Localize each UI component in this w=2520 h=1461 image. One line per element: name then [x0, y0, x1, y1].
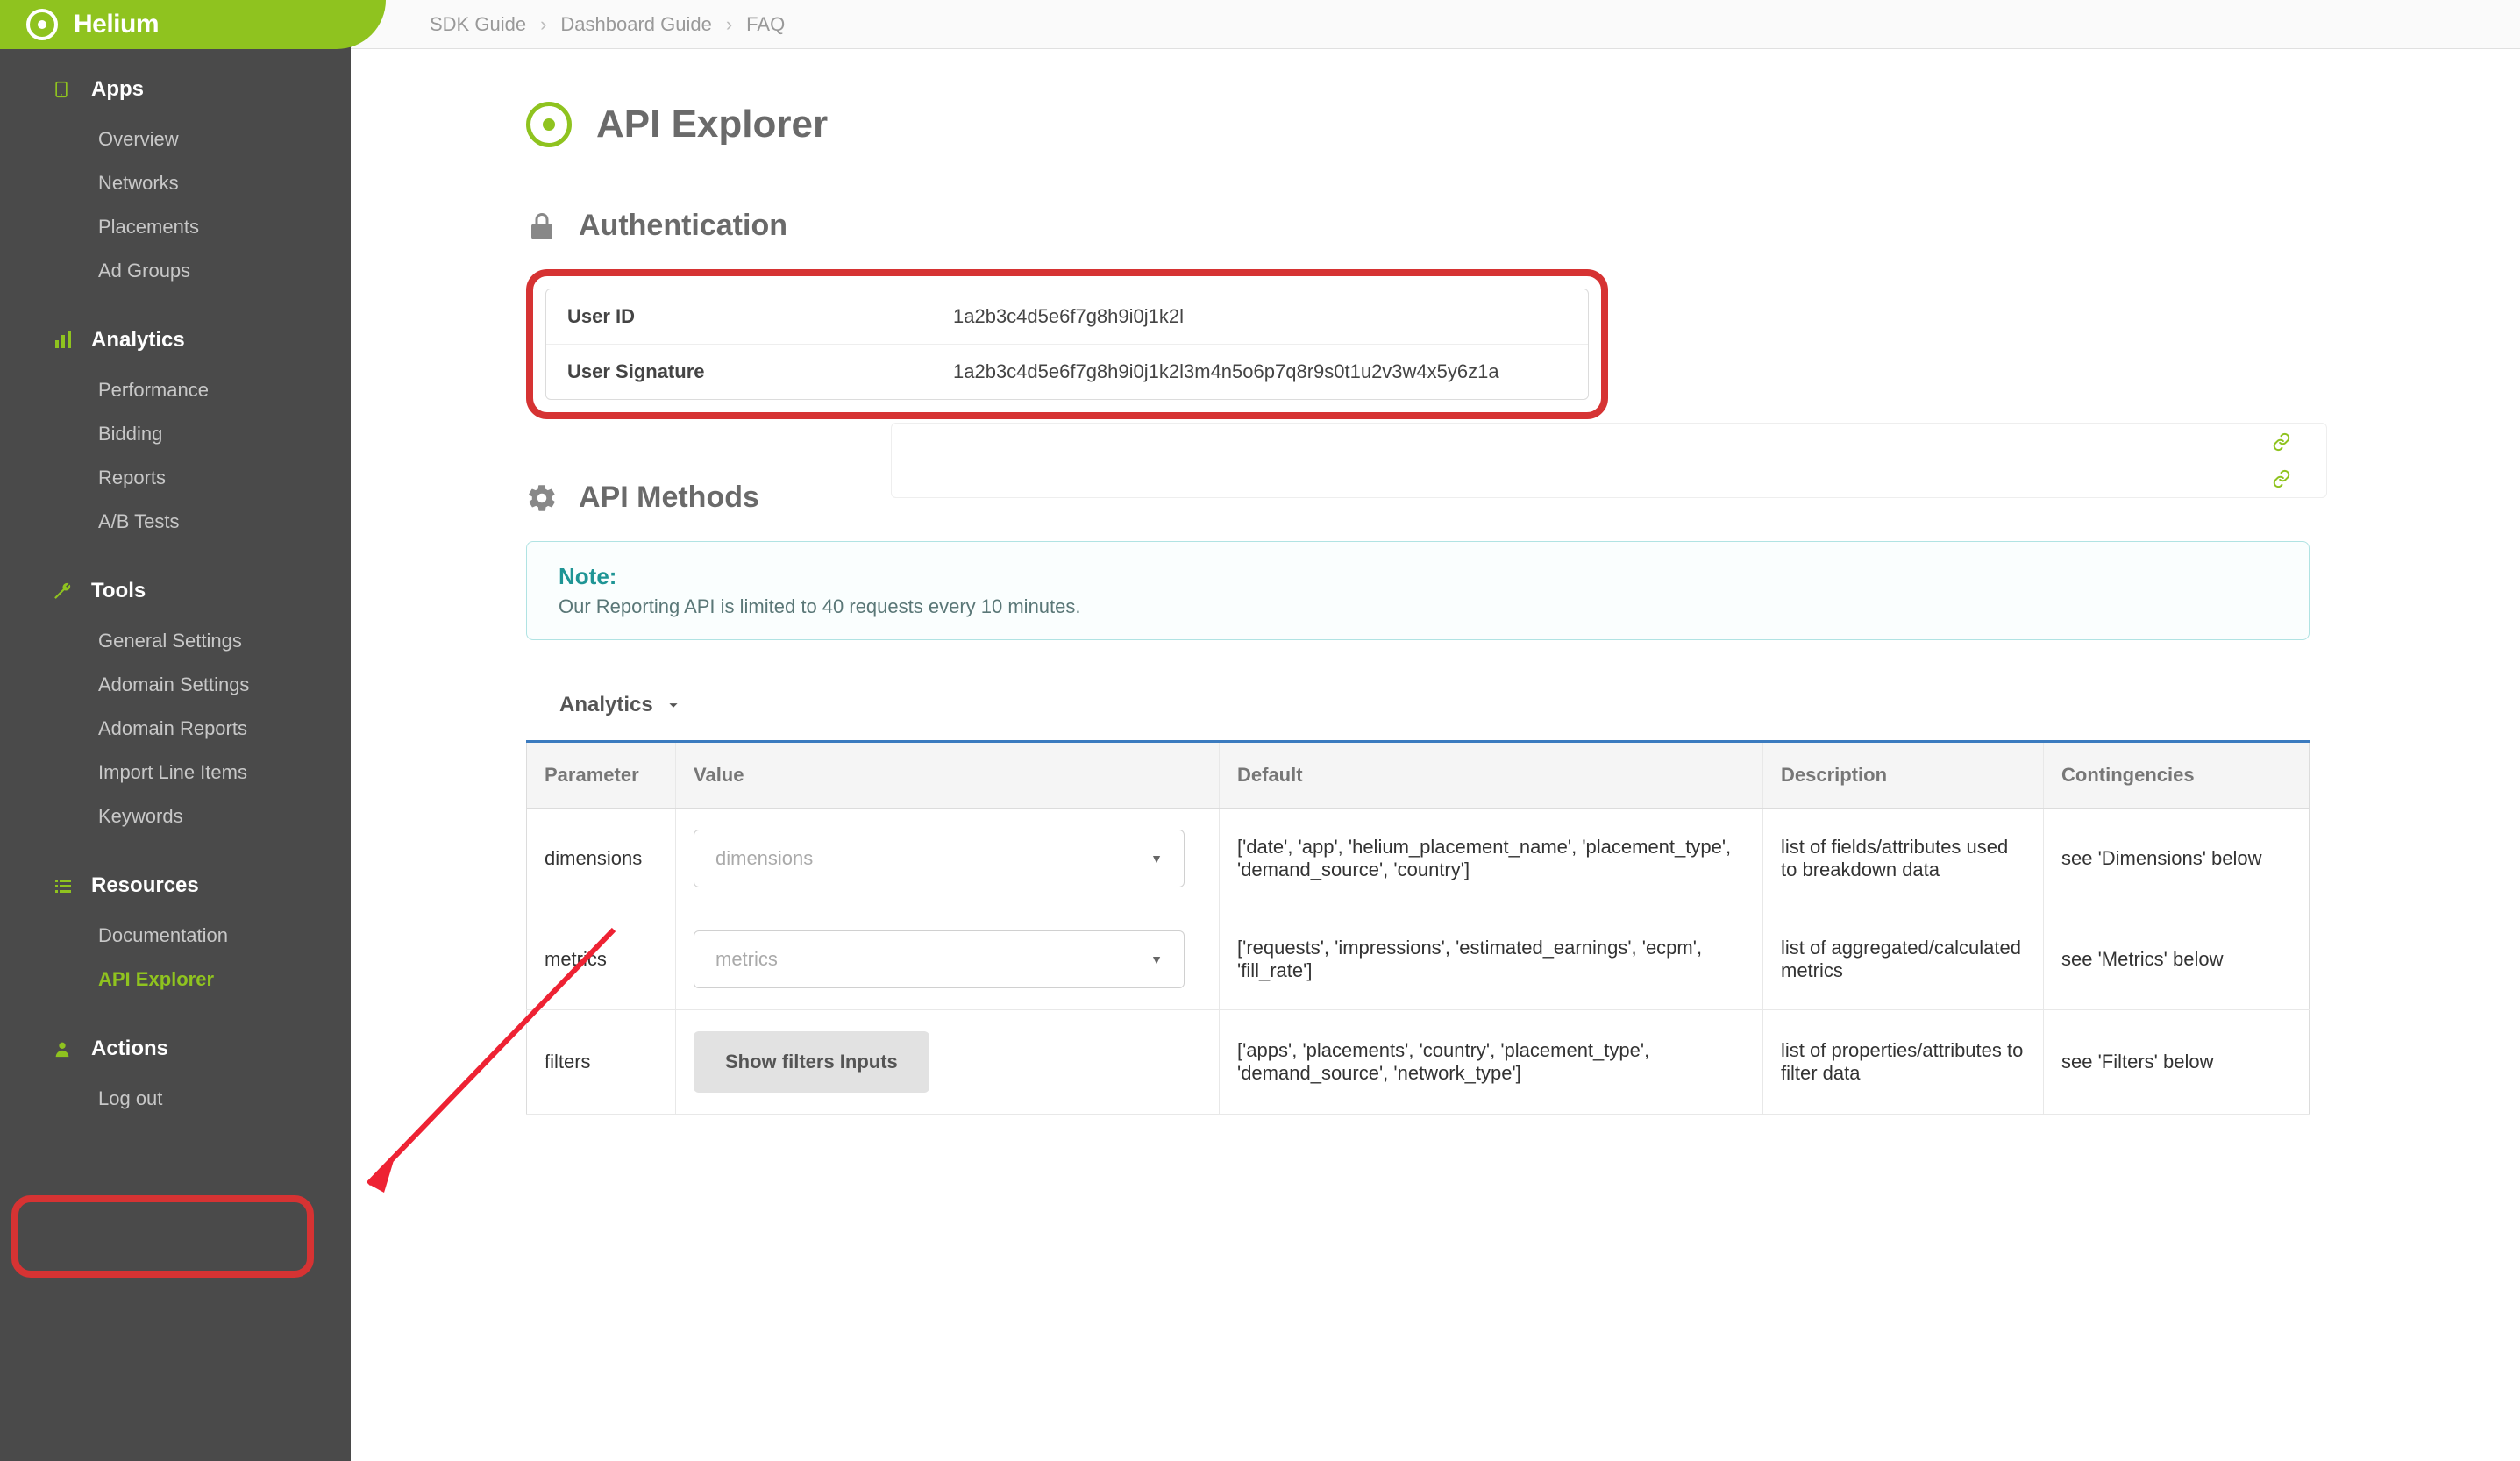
breadcrumb-item[interactable]: SDK Guide — [430, 13, 526, 36]
param-desc: list of fields/attributes used to breakd… — [1763, 809, 2044, 909]
chevron-right-icon: › — [540, 13, 546, 36]
table-row: metrics metrics ▼ ['requests', 'impressi… — [527, 909, 2310, 1010]
sidebar-section-actions[interactable]: Actions — [0, 1037, 351, 1061]
lock-icon — [526, 210, 558, 242]
param-name: metrics — [527, 909, 676, 1010]
sidebar-section-label: Actions — [91, 1037, 168, 1061]
param-contingencies: see 'Dimensions' below — [2044, 809, 2310, 909]
dropdown-placeholder: metrics — [715, 948, 778, 971]
col-value: Value — [676, 742, 1220, 809]
helium-logo-icon — [26, 9, 58, 40]
sidebar-section-resources[interactable]: Resources — [0, 873, 351, 898]
table-row: dimensions dimensions ▼ ['date', 'app', … — [527, 809, 2310, 909]
auth-table: User ID 1a2b3c4d5e6f7g8h9i0j1k2l User Si… — [545, 289, 1589, 400]
chevron-down-icon — [664, 695, 683, 715]
sidebar-item-import-line-items[interactable]: Import Line Items — [0, 751, 351, 795]
sidebar-section-label: Tools — [91, 579, 146, 603]
sidebar-item-keywords[interactable]: Keywords — [0, 795, 351, 838]
sidebar-item-networks[interactable]: Networks — [0, 161, 351, 205]
chevron-right-icon: › — [726, 13, 732, 36]
sidebar-item-overview[interactable]: Overview — [0, 118, 351, 161]
wrench-icon — [53, 581, 74, 601]
collapse-analytics[interactable]: Analytics — [559, 693, 2310, 717]
annotation-highlight-box — [11, 1195, 314, 1278]
col-parameter: Parameter — [527, 742, 676, 809]
show-filters-button[interactable]: Show filters Inputs — [694, 1031, 929, 1093]
sidebar-section-analytics[interactable]: Analytics — [0, 328, 351, 353]
sidebar-item-adomain-settings[interactable]: Adomain Settings — [0, 663, 351, 707]
sidebar-section-label: Resources — [91, 873, 199, 898]
table-row: User Signature 1a2b3c4d5e6f7g8h9i0j1k2l3… — [546, 345, 1588, 399]
auth-value-user-id: 1a2b3c4d5e6f7g8h9i0j1k2l — [953, 305, 1567, 328]
sidebar-item-api-explorer[interactable]: API Explorer — [0, 958, 351, 1001]
params-table: Parameter Value Default Description Cont… — [526, 740, 2310, 1115]
breadcrumb: SDK Guide › Dashboard Guide › FAQ — [351, 0, 2520, 49]
sidebar-item-documentation[interactable]: Documentation — [0, 914, 351, 958]
note-body: Our Reporting API is limited to 40 reque… — [559, 595, 2277, 618]
sidebar-section-label: Analytics — [91, 328, 185, 353]
auth-label-user-signature: User Signature — [567, 360, 953, 383]
breadcrumb-item[interactable]: FAQ — [746, 13, 785, 36]
annotation-highlight-auth: User ID 1a2b3c4d5e6f7g8h9i0j1k2l User Si… — [526, 269, 1608, 419]
sidebar-nav: Apps Overview Networks Placements Ad Gro… — [0, 49, 351, 1184]
collapse-label: Analytics — [559, 693, 653, 717]
gears-icon — [526, 482, 558, 514]
sidebar: Helium Apps Overview Networks Placements… — [0, 0, 351, 1461]
brand-name: Helium — [74, 10, 159, 39]
user-icon — [53, 1039, 74, 1058]
phone-icon — [53, 77, 74, 102]
link-icon[interactable] — [2272, 432, 2291, 452]
auth-value-user-signature: 1a2b3c4d5e6f7g8h9i0j1k2l3m4n5o6p7q8r9s0t… — [953, 360, 1567, 383]
col-contingencies: Contingencies — [2044, 742, 2310, 809]
param-contingencies: see 'Metrics' below — [2044, 909, 2310, 1010]
auth-label-user-id: User ID — [567, 305, 953, 328]
sidebar-item-adomain-reports[interactable]: Adomain Reports — [0, 707, 351, 751]
sidebar-item-performance[interactable]: Performance — [0, 368, 351, 412]
note-title: Note: — [559, 563, 2277, 590]
table-row: User ID 1a2b3c4d5e6f7g8h9i0j1k2l — [546, 289, 1588, 345]
dimensions-dropdown[interactable]: dimensions ▼ — [694, 830, 1185, 887]
col-default: Default — [1220, 742, 1763, 809]
sidebar-item-placements[interactable]: Placements — [0, 205, 351, 249]
sidebar-item-reports[interactable]: Reports — [0, 456, 351, 500]
col-description: Description — [1763, 742, 2044, 809]
dropdown-placeholder: dimensions — [715, 847, 813, 870]
sidebar-item-ab-tests[interactable]: A/B Tests — [0, 500, 351, 544]
sidebar-section-apps[interactable]: Apps — [0, 77, 351, 102]
sidebar-section-label: Apps — [91, 77, 144, 102]
sidebar-section-tools[interactable]: Tools — [0, 579, 351, 603]
param-name: dimensions — [527, 809, 676, 909]
section-heading-auth: Authentication — [579, 209, 787, 243]
param-desc: list of properties/attributes to filter … — [1763, 1010, 2044, 1115]
sidebar-item-log-out[interactable]: Log out — [0, 1077, 351, 1121]
param-default: ['date', 'app', 'helium_placement_name',… — [1220, 809, 1763, 909]
caret-down-icon: ▼ — [1150, 852, 1163, 866]
page-title: API Explorer — [596, 103, 828, 146]
param-default: ['apps', 'placements', 'country', 'place… — [1220, 1010, 1763, 1115]
list-icon — [53, 875, 74, 896]
param-contingencies: see 'Filters' below — [2044, 1010, 2310, 1115]
param-desc: list of aggregated/calculated metrics — [1763, 909, 2044, 1010]
sidebar-item-ad-groups[interactable]: Ad Groups — [0, 249, 351, 293]
brand-logo[interactable]: Helium — [0, 0, 386, 49]
sidebar-item-bidding[interactable]: Bidding — [0, 412, 351, 456]
caret-down-icon: ▼ — [1150, 952, 1163, 966]
param-default: ['requests', 'impressions', 'estimated_e… — [1220, 909, 1763, 1010]
metrics-dropdown[interactable]: metrics ▼ — [694, 930, 1185, 988]
bar-chart-icon — [53, 330, 74, 351]
param-name: filters — [527, 1010, 676, 1115]
table-row: filters Show filters Inputs ['apps', 'pl… — [527, 1010, 2310, 1115]
breadcrumb-item[interactable]: Dashboard Guide — [560, 13, 711, 36]
helium-ring-icon — [526, 102, 572, 147]
sidebar-item-general-settings[interactable]: General Settings — [0, 619, 351, 663]
note-box: Note: Our Reporting API is limited to 40… — [526, 541, 2310, 640]
section-heading-methods: API Methods — [579, 481, 759, 515]
